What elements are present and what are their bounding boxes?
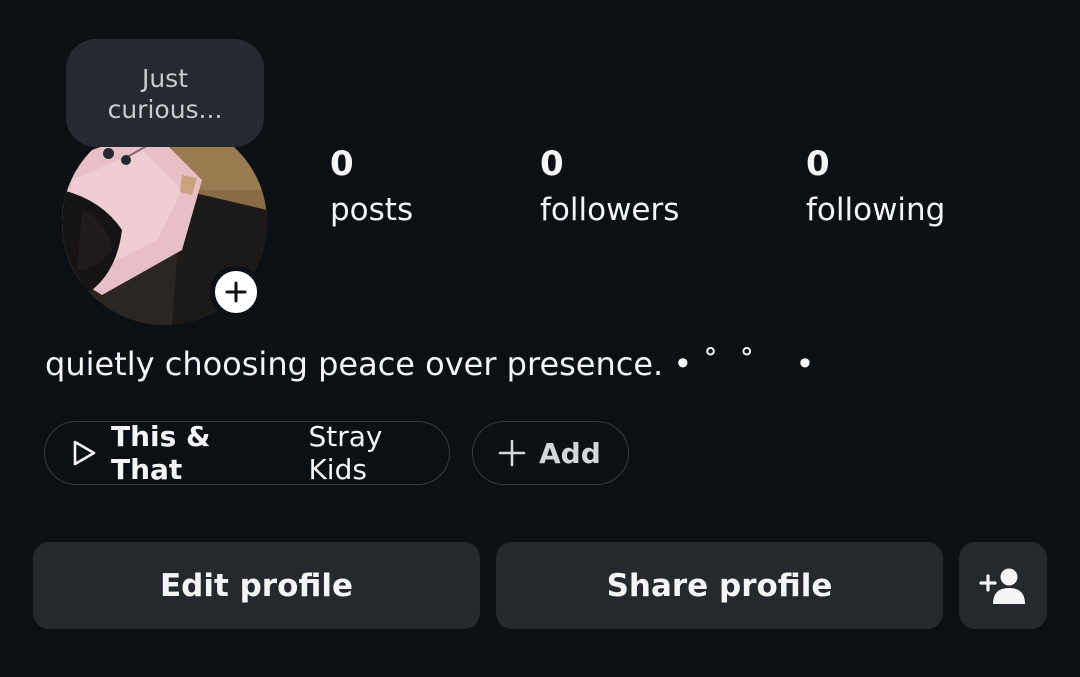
note-text-line1: Just [141,64,189,93]
note-text-line2: curious... [107,95,223,124]
discover-people-button[interactable] [959,542,1047,629]
plus-icon [498,439,526,467]
add-label: Add [539,436,601,470]
posts-count: 0 [330,144,354,184]
edit-profile-button[interactable]: Edit profile [33,542,480,629]
following-count: 0 [806,144,830,184]
note-bubble-tail-small [121,155,131,165]
music-chip[interactable]: This & That Stray Kids [44,420,450,486]
share-profile-button[interactable]: Share profile [496,542,943,629]
avatar-container [62,120,267,325]
add-chip[interactable]: Add [472,421,629,485]
plus-icon [225,281,247,303]
followers-label: followers [540,192,680,228]
add-story-button[interactable] [210,266,262,318]
profile-header: Just curious... 0 posts 0 followers 0 fo… [0,0,1080,677]
add-person-icon [979,568,1025,604]
note-bubble-tail [103,148,114,159]
posts-label: posts [330,192,414,228]
stat-posts[interactable]: 0 posts [330,143,413,230]
followers-count: 0 [540,144,564,184]
profile-bio: quietly choosing peace over presence. • … [45,345,815,383]
stat-followers[interactable]: 0 followers [540,143,679,230]
following-label: following [806,192,946,228]
stat-following[interactable]: 0 following [806,143,945,230]
music-title: This & That [111,420,211,486]
note-bubble[interactable]: Just curious... [66,39,264,147]
music-artist: Stray Kids [308,420,383,486]
play-icon [73,440,96,466]
